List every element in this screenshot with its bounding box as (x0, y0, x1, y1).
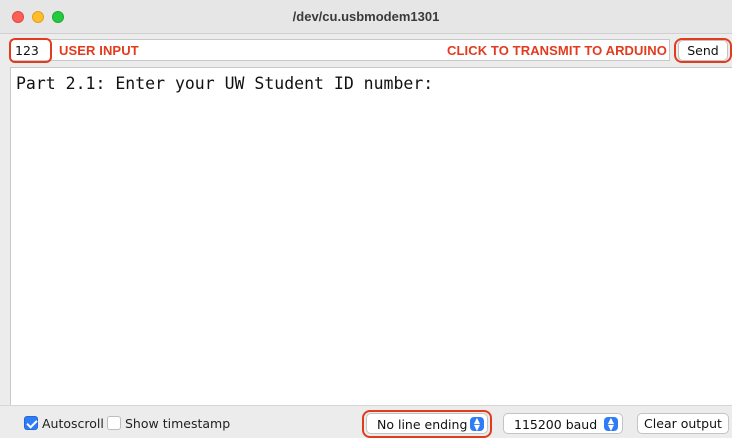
bottom-toolbar: Autoscroll Show timestamp No line ending… (0, 405, 732, 438)
select-arrows-icon: ▲ ▼ (604, 417, 618, 432)
transmit-annotation: CLICK TO TRANSMIT TO ARDUINO (447, 43, 667, 58)
send-callout-outline (674, 38, 732, 63)
user-input-annotation: USER INPUT (59, 43, 139, 58)
window-title: /dev/cu.usbmodem1301 (292, 9, 440, 24)
serial-output-area[interactable]: Part 2.1: Enter your UW Student ID numbe… (10, 67, 732, 405)
baud-rate-select[interactable]: 115200 baud ▲ ▼ (503, 413, 623, 434)
autoscroll-checkbox-icon[interactable] (24, 416, 38, 430)
autoscroll-label[interactable]: Autoscroll (42, 416, 104, 431)
baud-rate-value: 115200 baud (514, 417, 598, 432)
line-ending-callout-outline (362, 410, 492, 438)
output-line: Part 2.1: Enter your UW Student ID numbe… (16, 74, 434, 93)
serial-monitor-window: /dev/cu.usbmodem1301 123 USER INPUT CLIC… (0, 0, 732, 438)
clear-output-button[interactable]: Clear output (637, 413, 729, 434)
title-bar: /dev/cu.usbmodem1301 (0, 0, 732, 34)
input-callout-outline (9, 38, 52, 63)
timestamp-checkbox-icon[interactable] (107, 416, 121, 430)
timestamp-label[interactable]: Show timestamp (125, 416, 230, 431)
input-row: 123 USER INPUT CLICK TO TRANSMIT TO ARDU… (0, 35, 732, 65)
